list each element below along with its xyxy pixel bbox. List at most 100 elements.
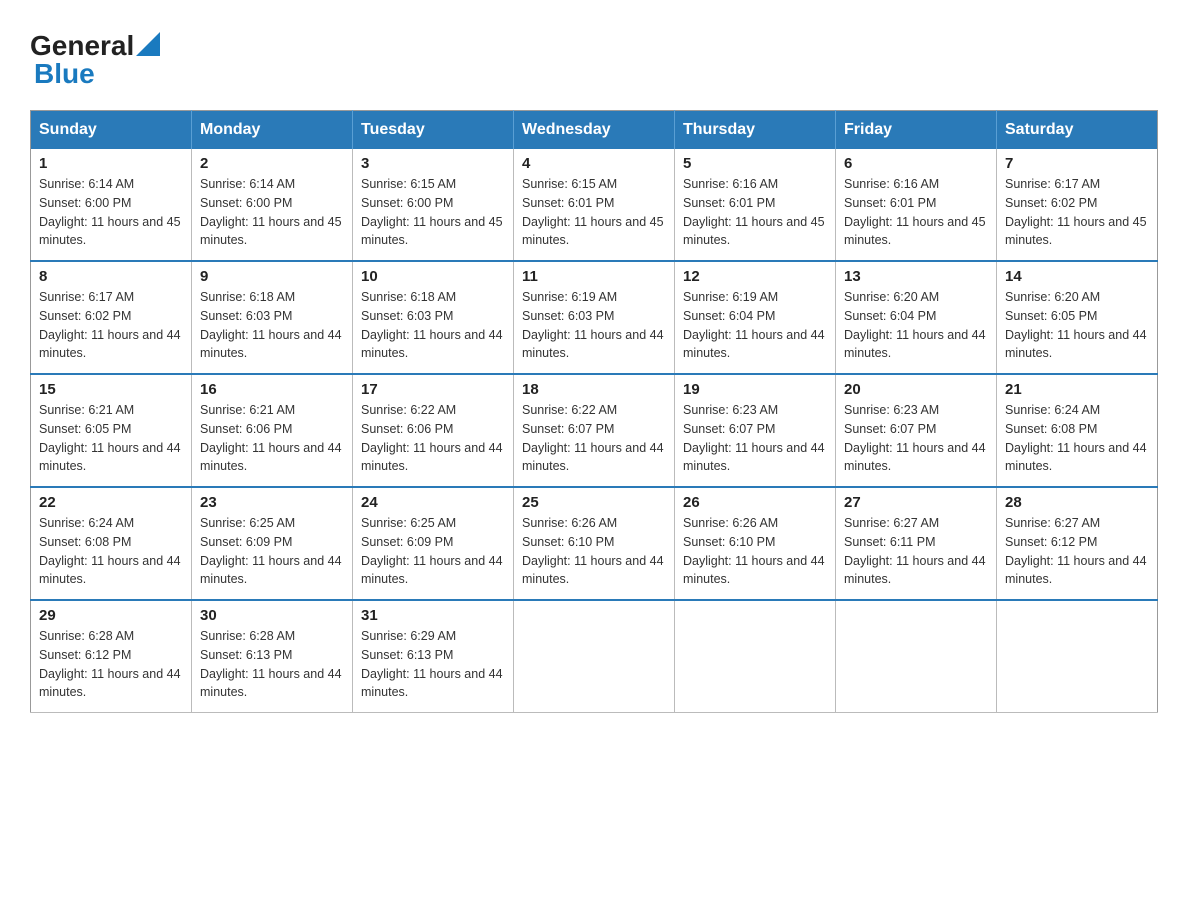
calendar-day-cell: 24 Sunrise: 6:25 AMSunset: 6:09 PMDaylig… xyxy=(353,487,514,600)
day-info: Sunrise: 6:22 AMSunset: 6:06 PMDaylight:… xyxy=(361,403,503,473)
day-info: Sunrise: 6:24 AMSunset: 6:08 PMDaylight:… xyxy=(39,516,181,586)
day-number: 3 xyxy=(361,155,505,172)
calendar-day-cell: 14 Sunrise: 6:20 AMSunset: 6:05 PMDaylig… xyxy=(997,261,1158,374)
calendar-day-cell: 27 Sunrise: 6:27 AMSunset: 6:11 PMDaylig… xyxy=(836,487,997,600)
day-info: Sunrise: 6:29 AMSunset: 6:13 PMDaylight:… xyxy=(361,629,503,699)
day-number: 15 xyxy=(39,381,183,398)
day-number: 23 xyxy=(200,494,344,511)
day-info: Sunrise: 6:24 AMSunset: 6:08 PMDaylight:… xyxy=(1005,403,1147,473)
calendar-day-cell: 22 Sunrise: 6:24 AMSunset: 6:08 PMDaylig… xyxy=(31,487,192,600)
calendar-day-cell: 11 Sunrise: 6:19 AMSunset: 6:03 PMDaylig… xyxy=(514,261,675,374)
day-info: Sunrise: 6:25 AMSunset: 6:09 PMDaylight:… xyxy=(361,516,503,586)
day-info: Sunrise: 6:16 AMSunset: 6:01 PMDaylight:… xyxy=(683,177,825,247)
day-number: 28 xyxy=(1005,494,1149,511)
day-number: 19 xyxy=(683,381,827,398)
calendar-week-row: 22 Sunrise: 6:24 AMSunset: 6:08 PMDaylig… xyxy=(31,487,1158,600)
calendar-day-cell xyxy=(836,600,997,713)
day-number: 14 xyxy=(1005,268,1149,285)
day-info: Sunrise: 6:17 AMSunset: 6:02 PMDaylight:… xyxy=(39,290,181,360)
day-info: Sunrise: 6:25 AMSunset: 6:09 PMDaylight:… xyxy=(200,516,342,586)
day-info: Sunrise: 6:27 AMSunset: 6:12 PMDaylight:… xyxy=(1005,516,1147,586)
day-number: 2 xyxy=(200,155,344,172)
day-info: Sunrise: 6:20 AMSunset: 6:04 PMDaylight:… xyxy=(844,290,986,360)
day-number: 18 xyxy=(522,381,666,398)
calendar-day-cell: 15 Sunrise: 6:21 AMSunset: 6:05 PMDaylig… xyxy=(31,374,192,487)
day-info: Sunrise: 6:15 AMSunset: 6:00 PMDaylight:… xyxy=(361,177,503,247)
logo-container: General Blue xyxy=(30,30,160,90)
calendar-day-cell: 29 Sunrise: 6:28 AMSunset: 6:12 PMDaylig… xyxy=(31,600,192,713)
weekday-header-tuesday: Tuesday xyxy=(353,111,514,150)
day-info: Sunrise: 6:18 AMSunset: 6:03 PMDaylight:… xyxy=(200,290,342,360)
day-info: Sunrise: 6:14 AMSunset: 6:00 PMDaylight:… xyxy=(200,177,342,247)
day-number: 13 xyxy=(844,268,988,285)
day-info: Sunrise: 6:27 AMSunset: 6:11 PMDaylight:… xyxy=(844,516,986,586)
calendar-day-cell: 17 Sunrise: 6:22 AMSunset: 6:06 PMDaylig… xyxy=(353,374,514,487)
weekday-header-friday: Friday xyxy=(836,111,997,150)
calendar-day-cell: 4 Sunrise: 6:15 AMSunset: 6:01 PMDayligh… xyxy=(514,149,675,261)
calendar-day-cell: 12 Sunrise: 6:19 AMSunset: 6:04 PMDaylig… xyxy=(675,261,836,374)
calendar-day-cell: 2 Sunrise: 6:14 AMSunset: 6:00 PMDayligh… xyxy=(192,149,353,261)
day-info: Sunrise: 6:26 AMSunset: 6:10 PMDaylight:… xyxy=(683,516,825,586)
calendar-day-cell: 31 Sunrise: 6:29 AMSunset: 6:13 PMDaylig… xyxy=(353,600,514,713)
day-info: Sunrise: 6:28 AMSunset: 6:13 PMDaylight:… xyxy=(200,629,342,699)
logo-arrow-icon xyxy=(136,32,160,56)
day-number: 27 xyxy=(844,494,988,511)
weekday-header-sunday: Sunday xyxy=(31,111,192,150)
day-number: 17 xyxy=(361,381,505,398)
day-info: Sunrise: 6:23 AMSunset: 6:07 PMDaylight:… xyxy=(683,403,825,473)
logo: General Blue xyxy=(30,30,160,90)
day-number: 22 xyxy=(39,494,183,511)
day-number: 20 xyxy=(844,381,988,398)
calendar-week-row: 15 Sunrise: 6:21 AMSunset: 6:05 PMDaylig… xyxy=(31,374,1158,487)
day-info: Sunrise: 6:28 AMSunset: 6:12 PMDaylight:… xyxy=(39,629,181,699)
calendar-day-cell: 6 Sunrise: 6:16 AMSunset: 6:01 PMDayligh… xyxy=(836,149,997,261)
calendar-day-cell xyxy=(514,600,675,713)
calendar-day-cell: 10 Sunrise: 6:18 AMSunset: 6:03 PMDaylig… xyxy=(353,261,514,374)
day-info: Sunrise: 6:20 AMSunset: 6:05 PMDaylight:… xyxy=(1005,290,1147,360)
day-info: Sunrise: 6:21 AMSunset: 6:05 PMDaylight:… xyxy=(39,403,181,473)
day-number: 16 xyxy=(200,381,344,398)
page-header: General Blue xyxy=(30,20,1158,90)
calendar-table: SundayMondayTuesdayWednesdayThursdayFrid… xyxy=(30,110,1158,713)
day-number: 10 xyxy=(361,268,505,285)
calendar-day-cell: 25 Sunrise: 6:26 AMSunset: 6:10 PMDaylig… xyxy=(514,487,675,600)
day-number: 11 xyxy=(522,268,666,285)
day-number: 21 xyxy=(1005,381,1149,398)
calendar-day-cell: 18 Sunrise: 6:22 AMSunset: 6:07 PMDaylig… xyxy=(514,374,675,487)
day-number: 26 xyxy=(683,494,827,511)
calendar-day-cell: 19 Sunrise: 6:23 AMSunset: 6:07 PMDaylig… xyxy=(675,374,836,487)
calendar-day-cell: 16 Sunrise: 6:21 AMSunset: 6:06 PMDaylig… xyxy=(192,374,353,487)
day-number: 4 xyxy=(522,155,666,172)
day-number: 12 xyxy=(683,268,827,285)
day-info: Sunrise: 6:19 AMSunset: 6:04 PMDaylight:… xyxy=(683,290,825,360)
calendar-week-row: 29 Sunrise: 6:28 AMSunset: 6:12 PMDaylig… xyxy=(31,600,1158,713)
weekday-header-wednesday: Wednesday xyxy=(514,111,675,150)
day-number: 25 xyxy=(522,494,666,511)
day-number: 1 xyxy=(39,155,183,172)
calendar-week-row: 1 Sunrise: 6:14 AMSunset: 6:00 PMDayligh… xyxy=(31,149,1158,261)
day-info: Sunrise: 6:17 AMSunset: 6:02 PMDaylight:… xyxy=(1005,177,1147,247)
calendar-day-cell: 23 Sunrise: 6:25 AMSunset: 6:09 PMDaylig… xyxy=(192,487,353,600)
day-number: 7 xyxy=(1005,155,1149,172)
day-info: Sunrise: 6:18 AMSunset: 6:03 PMDaylight:… xyxy=(361,290,503,360)
weekday-header-saturday: Saturday xyxy=(997,111,1158,150)
calendar-day-cell: 21 Sunrise: 6:24 AMSunset: 6:08 PMDaylig… xyxy=(997,374,1158,487)
calendar-day-cell: 9 Sunrise: 6:18 AMSunset: 6:03 PMDayligh… xyxy=(192,261,353,374)
day-number: 29 xyxy=(39,607,183,624)
weekday-header-thursday: Thursday xyxy=(675,111,836,150)
day-info: Sunrise: 6:16 AMSunset: 6:01 PMDaylight:… xyxy=(844,177,986,247)
day-info: Sunrise: 6:23 AMSunset: 6:07 PMDaylight:… xyxy=(844,403,986,473)
day-info: Sunrise: 6:19 AMSunset: 6:03 PMDaylight:… xyxy=(522,290,664,360)
logo-blue-text: Blue xyxy=(34,58,95,89)
day-info: Sunrise: 6:14 AMSunset: 6:00 PMDaylight:… xyxy=(39,177,181,247)
day-number: 6 xyxy=(844,155,988,172)
calendar-day-cell: 1 Sunrise: 6:14 AMSunset: 6:00 PMDayligh… xyxy=(31,149,192,261)
calendar-day-cell: 28 Sunrise: 6:27 AMSunset: 6:12 PMDaylig… xyxy=(997,487,1158,600)
day-info: Sunrise: 6:15 AMSunset: 6:01 PMDaylight:… xyxy=(522,177,664,247)
calendar-day-cell: 26 Sunrise: 6:26 AMSunset: 6:10 PMDaylig… xyxy=(675,487,836,600)
day-number: 9 xyxy=(200,268,344,285)
day-number: 30 xyxy=(200,607,344,624)
calendar-day-cell: 30 Sunrise: 6:28 AMSunset: 6:13 PMDaylig… xyxy=(192,600,353,713)
day-info: Sunrise: 6:22 AMSunset: 6:07 PMDaylight:… xyxy=(522,403,664,473)
calendar-day-cell: 20 Sunrise: 6:23 AMSunset: 6:07 PMDaylig… xyxy=(836,374,997,487)
